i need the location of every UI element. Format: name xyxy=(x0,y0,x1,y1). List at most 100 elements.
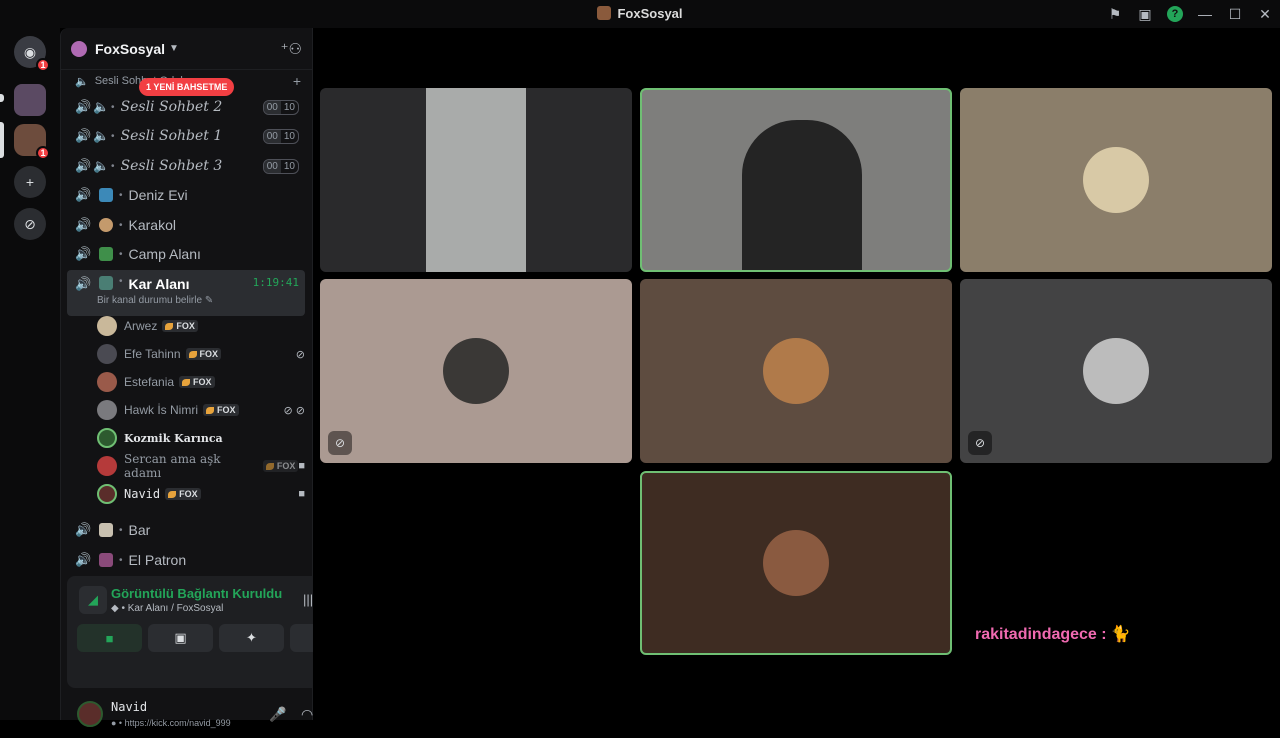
server-header-icon xyxy=(71,40,87,57)
app-icon xyxy=(597,6,612,20)
activities-button[interactable]: ✦ xyxy=(219,624,284,652)
channel-el-patron[interactable]: 🔊 • El Patron xyxy=(67,546,305,574)
member-row[interactable]: Arwez FOX xyxy=(97,313,305,339)
add-member-icon[interactable]: ⁺⚇ xyxy=(281,40,302,58)
chevron-down-icon: ▼ xyxy=(169,43,179,54)
screen-share-icon[interactable]: ▣ xyxy=(1130,0,1160,28)
fox-tag: FOX xyxy=(179,376,215,388)
channel-label: Kar Alanı xyxy=(128,276,190,292)
avatar xyxy=(97,428,117,448)
discover-compass-icon[interactable]: ⊘ xyxy=(14,208,46,240)
snow-icon xyxy=(99,276,113,290)
muted-deafened-icon: ⊘ ⊘ xyxy=(283,404,306,417)
muted-mic-icon: ⊘ xyxy=(295,348,305,361)
microphone-icon[interactable]: 🎤 xyxy=(269,706,286,723)
home-discord-icon[interactable]: ◉ 1 xyxy=(14,36,50,72)
channel-sesli-sohbet-3[interactable]: 🔊 🔈 • Sesli Sohbet 3 00 10 xyxy=(67,152,305,180)
add-server-icon[interactable]: + xyxy=(14,166,46,198)
add-channel-icon[interactable]: + xyxy=(293,73,301,89)
channel-label: Bar xyxy=(128,522,151,538)
help-icon[interactable]: ? xyxy=(1167,6,1183,22)
muted-mic-icon: ⊘ xyxy=(328,431,352,455)
avatar xyxy=(97,316,117,336)
chat-overlay: rakitadindagece : 🐈 xyxy=(975,624,1131,644)
channel-sesli-sohbet-1[interactable]: 🔊 🔈 • Sesli Sohbet 1 00 10 xyxy=(67,122,305,150)
member-row[interactable]: Sercan ama aşk adamı FOX ■ xyxy=(97,452,305,480)
video-tile[interactable] xyxy=(640,279,952,463)
fox-tag: FOX xyxy=(162,320,198,332)
speaker-icon: 🔈 xyxy=(93,128,110,143)
channel-deniz-evi[interactable]: 🔊 • Deniz Evi xyxy=(67,181,305,209)
channel-bar[interactable]: 🔊 • Bar xyxy=(67,516,305,544)
video-stage: ⊘ ⊘ xyxy=(313,28,1280,720)
fox-tag: FOX xyxy=(262,460,299,472)
channel-kar-alani[interactable]: 🔊 • Kar Alanı 1:19:41 Bir kanal durumu be… xyxy=(67,270,305,316)
avatar xyxy=(97,372,117,392)
voice-icon: 🔊 xyxy=(75,246,92,261)
avatar xyxy=(97,400,117,420)
home-badge: 1 xyxy=(36,58,50,72)
voice-icon: 🔊 xyxy=(75,99,92,114)
channel-label: El Patron xyxy=(128,552,187,568)
member-row[interactable]: Navid FOX ■ xyxy=(97,481,305,507)
video-tile[interactable] xyxy=(960,88,1272,272)
minimize-button[interactable]: — xyxy=(1190,0,1220,28)
member-row[interactable]: Estefania FOX xyxy=(97,369,305,395)
window-title: FoxSosyal xyxy=(0,6,1280,21)
avatar xyxy=(1083,338,1149,404)
avatar xyxy=(1083,147,1149,213)
chat-message: 🐈 xyxy=(1110,626,1131,643)
channel-karakol[interactable]: 🔊 • Karakol xyxy=(67,211,305,239)
member-name: Kozmik Karınca xyxy=(124,431,223,445)
member-row[interactable]: Efe Tahinn FOX ⊘ xyxy=(97,341,305,367)
selected-server-pill xyxy=(0,122,4,158)
camera-button[interactable]: ■ xyxy=(77,624,142,652)
avatar[interactable] xyxy=(77,701,103,727)
channel-camp-alani[interactable]: 🔊 • Camp Alanı xyxy=(67,240,305,268)
tent-icon xyxy=(99,247,113,261)
avatar xyxy=(443,338,509,404)
video-tile-speaking[interactable] xyxy=(640,471,952,655)
fox-tag: FOX xyxy=(203,404,239,416)
member-row[interactable]: Hawk İs Nimri FOX ⊘ ⊘ xyxy=(97,397,305,423)
avatar xyxy=(97,456,117,476)
call-timer: 1:19:41 xyxy=(252,276,299,289)
member-name: Navid xyxy=(124,487,161,501)
user-limit-badge: 00 10 xyxy=(262,99,299,115)
wave-icon xyxy=(99,188,113,202)
voice-icon: 🔊 xyxy=(75,128,92,143)
connection-status: Görüntülü Bağlantı Kuruldu xyxy=(111,586,283,601)
member-row[interactable]: Kozmik Karınca xyxy=(97,425,305,451)
close-button[interactable]: ✕ xyxy=(1250,0,1280,28)
voice-icon: 🔊 xyxy=(75,217,92,232)
speaker-icon: 🔈 xyxy=(93,158,110,173)
connection-channel[interactable]: ◆ • Kar Alanı / FoxSosyal xyxy=(111,603,223,614)
video-tile[interactable]: ⊘ xyxy=(960,279,1272,463)
member-name: Arwez xyxy=(124,319,158,333)
video-tile-speaking[interactable] xyxy=(640,88,952,272)
voice-icon: 🔊 xyxy=(75,276,92,291)
video-tile[interactable]: ⊘ xyxy=(320,279,632,463)
channel-label: Sesli Sohbet 3 xyxy=(120,158,223,174)
video-feed xyxy=(742,120,862,270)
server-icon-merry[interactable] xyxy=(14,84,46,116)
patron-icon xyxy=(99,553,113,567)
headphones-icon[interactable]: ◠ xyxy=(301,706,313,723)
window-title-text: FoxSosyal xyxy=(617,6,683,21)
signal-icon: ◢ xyxy=(79,586,107,614)
video-tile[interactable] xyxy=(320,88,632,272)
pencil-icon: ✎ xyxy=(204,295,214,306)
server-header[interactable]: FoxSosyal ▼ ⁺⚇ xyxy=(61,28,312,70)
avatar xyxy=(97,484,117,504)
screen-share-button[interactable]: ▣ xyxy=(148,624,213,652)
bar-icon xyxy=(99,523,113,537)
channel-status[interactable]: Bir kanal durumu belirle ✎ xyxy=(97,295,213,306)
unread-pill xyxy=(0,94,4,102)
channel-sesli-sohbet-2[interactable]: 🔊 🔈 • Sesli Sohbet 2 00 10 xyxy=(67,93,305,121)
noise-suppression-icon[interactable]: ||| xyxy=(303,592,313,607)
camera-icon: ■ xyxy=(298,488,305,500)
server-icon-foxsosyal[interactable]: 1 xyxy=(14,124,50,160)
maximize-button[interactable]: ☐ xyxy=(1220,0,1250,28)
inbox-flag-icon[interactable]: ⚑ xyxy=(1100,0,1130,28)
voice-icon: 🔊 xyxy=(75,522,92,537)
